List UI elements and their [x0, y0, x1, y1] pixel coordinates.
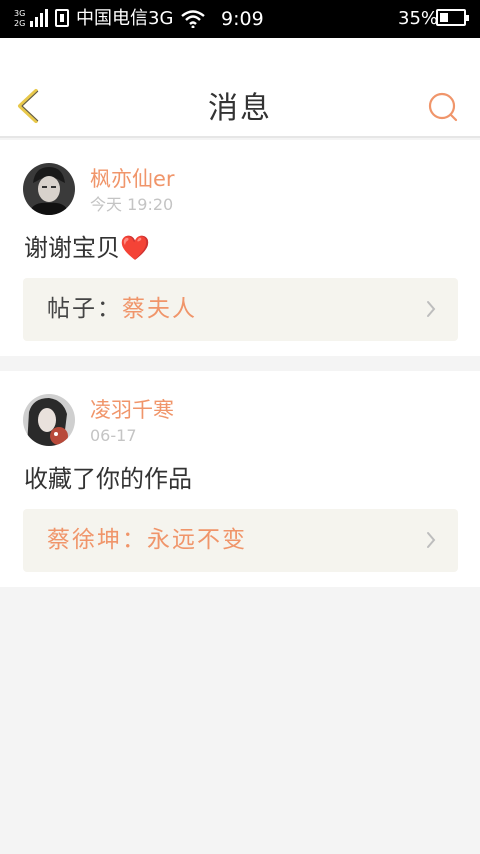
battery-percent: 35%: [398, 8, 439, 29]
search-button[interactable]: [426, 90, 460, 124]
username[interactable]: 凌羽千寒: [90, 397, 174, 423]
post-label: 帖子：: [47, 296, 122, 322]
message-time: 06-17: [90, 426, 137, 445]
message-card[interactable]: 凌羽千寒 06-17 收藏了你的作品 蔡徐坤：永远不变: [0, 371, 480, 587]
post-title: 蔡徐坤：永远不变: [47, 527, 247, 553]
network-type-top: 3G: [14, 9, 26, 18]
network-type-bottom: 2G: [14, 19, 26, 28]
post-reference[interactable]: 帖子：蔡夫人: [23, 278, 458, 341]
status-bar: 3G 2G 中国电信3G 9:09 35%: [0, 0, 480, 38]
message-card[interactable]: 枫亦仙er 今天 19:20 谢谢宝贝❤️ 帖子：蔡夫人: [0, 140, 480, 356]
message-text: 收藏了你的作品: [24, 465, 192, 493]
post-reference-text: 帖子：蔡夫人: [47, 294, 197, 324]
message-text: 谢谢宝贝❤️: [24, 232, 150, 264]
battery-icon: [436, 9, 469, 26]
clock: 9:09: [221, 8, 264, 30]
app-header: 消息: [0, 38, 480, 138]
signal-icon: [30, 9, 50, 27]
avatar[interactable]: [23, 163, 75, 215]
chevron-right-icon: [427, 532, 436, 548]
username[interactable]: 枫亦仙er: [90, 166, 175, 192]
sim-icon: [55, 9, 69, 27]
avatar[interactable]: [23, 394, 75, 446]
post-reference[interactable]: 蔡徐坤：永远不变: [23, 509, 458, 572]
heart-emoji-icon: ❤️: [120, 234, 150, 262]
post-title: 蔡夫人: [122, 296, 197, 322]
message-time: 今天 19:20: [90, 195, 174, 214]
chevron-right-icon: [427, 301, 436, 317]
battery-fill: [440, 13, 448, 22]
carrier-name: 中国电信3G: [76, 8, 174, 29]
wifi-icon: [181, 10, 205, 28]
page-title: 消息: [208, 91, 272, 126]
message-text-content: 谢谢宝贝: [24, 234, 120, 262]
